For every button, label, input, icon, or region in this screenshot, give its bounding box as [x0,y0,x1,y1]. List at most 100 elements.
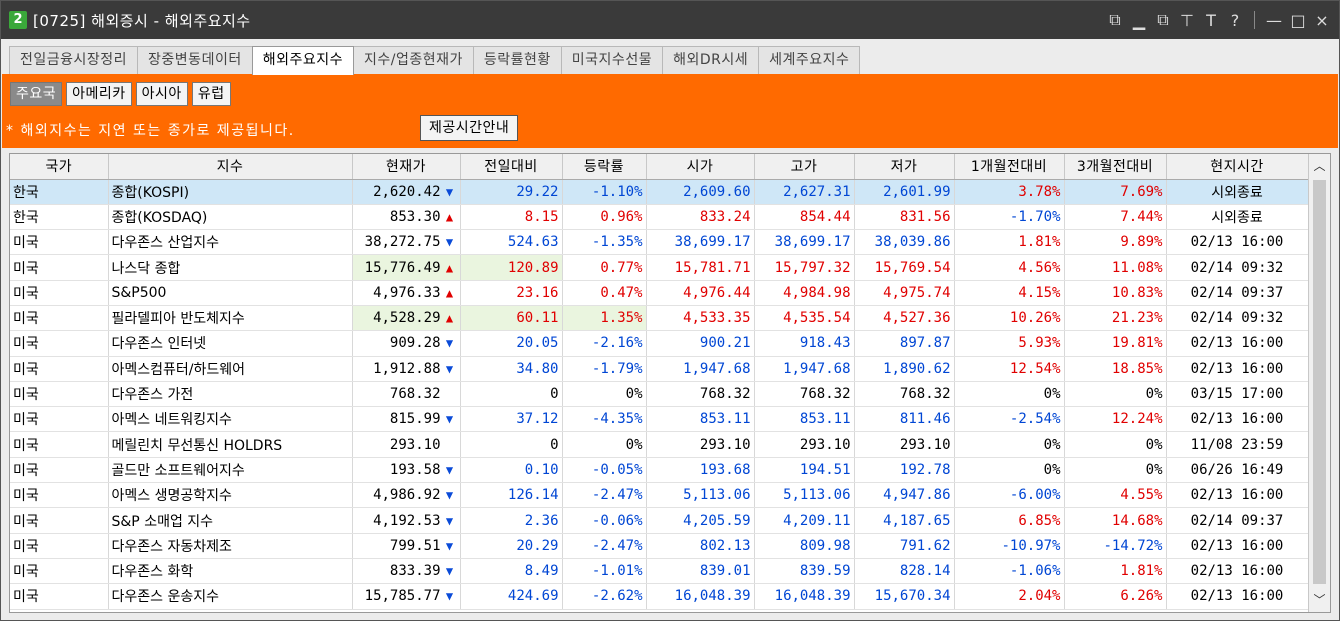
cell-open: 839.01 [646,558,755,585]
cell-time: 03/15 17:00 [1166,381,1309,408]
cell-m1-value: 0% [1043,436,1061,453]
column-header[interactable]: 3개월전대비 [1064,154,1167,180]
tab-7[interactable]: 세계주요지수 [758,46,861,74]
scroll-thumb[interactable] [1313,180,1326,584]
cell-chg: 20.05 [460,330,563,357]
cell-name-value: S&P 소매업 지수 [111,513,214,530]
cell-country: 한국 [10,179,109,205]
app-window: 2 [0725] 해외증시 - 해외주요지수 ⧉ ▁ ⧉ ⊤ T ? — □ ×… [0,0,1340,621]
cell-low-value: 38,039.86 [874,234,951,251]
cell-chg: 0 [460,381,563,408]
close-icon[interactable]: × [1313,11,1331,30]
cell-m3: 18.85% [1064,356,1167,382]
column-header[interactable]: 국가 [10,154,109,180]
tab-6[interactable]: 해외DR시세 [662,46,760,74]
column-header[interactable]: 고가 [754,154,855,180]
tab-1[interactable]: 장중변동데이터 [137,46,253,74]
column-header[interactable]: 시가 [646,154,755,180]
cell-rate: -2.62% [562,583,647,610]
cell-m1-value: -1.70% [1009,208,1061,225]
cell-time-value: 02/13 16:00 [1190,588,1284,605]
table-row[interactable]: 한국 종합(KOSDAQ) 853.30 ▲ 8.15 0.96% 833.24 854.44… [10,204,1309,231]
column-header[interactable]: 현재가 [352,154,461,180]
cell-price: 768.32 [352,381,461,408]
table-row[interactable]: 미국 골드만 소프트웨어지수 193.58 ▼ 0.10 -0.05% 193.68 194.… [10,457,1309,484]
table-row[interactable]: 미국 S&P 소매업 지수 4,192.53 ▼ 2.36 -0.06% 4,205.59 4… [10,507,1309,534]
cell-low: 2,601.99 [854,179,955,205]
cell-open-value: 900.21 [699,335,751,352]
cell-open-value: 768.32 [699,386,751,403]
table-row[interactable]: 미국 다우존스 화학 833.39 ▼ 8.49 -1.01% 839.01 839.59 82… [10,558,1309,585]
tab-0[interactable]: 전일금융시장정리 [9,46,139,74]
vertical-scrollbar[interactable]: ︿ ﹀ [1308,154,1330,612]
cell-price: 4,528.29 ▲ [352,305,461,332]
tab-5[interactable]: 미국지수선물 [560,46,664,74]
table-row[interactable]: 미국 메릴린치 무선통신 HOLDRS 293.10 0 0% 293.10 293.10 2… [10,431,1309,458]
cell-name-value: 다우존스 가전 [111,387,194,404]
table-row[interactable]: 미국 다우존스 산업지수 38,272.75 ▼ 524.63 -1.35% 38,699.… [10,229,1309,256]
minimize-icon[interactable]: — [1265,11,1283,30]
help-icon[interactable]: ? [1226,11,1244,30]
table-row[interactable]: 미국 나스닥 종합 15,776.49 ▲ 120.89 0.77% 15,781.71 15… [10,254,1309,281]
region-tab-2[interactable]: 아시아 [135,82,188,106]
cell-chg: 424.69 [460,583,563,610]
title-divider [1254,11,1255,29]
cell-country: 미국 [10,533,109,559]
scroll-up-icon[interactable]: ︿ [1309,155,1330,177]
service-hours-button[interactable]: 제공시간안내 [420,115,519,141]
font-size-icon[interactable]: T [1202,11,1220,30]
table-row[interactable]: 미국 다우존스 운송지수 15,785.77 ▼ 424.69 -2.62% 16,048.… [10,583,1309,610]
column-header[interactable]: 1개월전대비 [954,154,1065,180]
region-tab-1[interactable]: 아메리카 [66,82,132,106]
cell-high-value: 38,699.17 [774,234,851,251]
table-row[interactable]: 미국 S&P500 4,976.33 ▲ 23.16 0.47% 4,976.44 4,984… [10,280,1309,306]
cell-name-value: 다우존스 인터넷 [111,336,207,353]
cell-price: 833.39 ▼ [352,558,461,585]
table-row[interactable]: 미국 아멕스컴퓨터/하드웨어 1,912.88 ▼ 34.80 -1.79% 1,947.6… [10,356,1309,382]
cell-price: 15,785.77 ▼ [352,583,461,610]
region-tab-3[interactable]: 유럽 [191,82,231,106]
cell-price-value: 815.99 [389,411,441,428]
cell-chg-value: 60.11 [516,310,559,327]
table-row[interactable]: 미국 다우존스 가전 768.32 0 0% 768.32 768.32 768.32 0% 0%… [10,381,1309,408]
cell-low-value: 791.62 [899,537,951,554]
table-row[interactable]: 한국 종합(KOSPI) 2,620.42 ▼ 29.22 -1.10% 2,609.60 2… [10,179,1309,205]
cell-rate-value: -2.47% [591,537,643,554]
cell-high: 16,048.39 [754,583,855,610]
cell-open: 2,609.60 [646,179,755,205]
cell-low-value: 4,975.74 [883,284,951,301]
column-header[interactable]: 저가 [854,154,955,180]
table-row[interactable]: 미국 다우존스 자동차제조 799.51 ▼ 20.29 -2.47% 802.13 809.… [10,533,1309,559]
minimize-to-bar-icon[interactable]: ▁ [1130,11,1148,30]
column-header[interactable]: 지수 [108,154,353,180]
table-row[interactable]: 미국 아멕스 생명공학지수 4,986.92 ▼ 126.14 -2.47% 5,113.0… [10,482,1309,509]
maximize-icon[interactable]: □ [1289,11,1307,30]
copy-window-icon[interactable]: ⧉ [1154,10,1172,30]
column-header[interactable]: 전일대비 [460,154,563,180]
cell-time-value: 02/14 09:37 [1190,512,1284,529]
tab-2[interactable]: 해외주요지수 [251,46,354,75]
cell-low: 4,527.36 [854,305,955,332]
region-tab-0[interactable]: 주요국 [10,82,63,106]
arrow-down-icon: ▼ [445,235,454,250]
scroll-down-icon[interactable]: ﹀ [1309,589,1330,611]
cell-name: 종합(KOSPI) [108,179,353,205]
cell-open-value: 853.11 [699,411,751,428]
cell-high: 293.10 [754,431,855,458]
column-header[interactable]: 현지시간 [1166,154,1309,180]
pin-icon[interactable]: ⊤ [1178,11,1196,30]
tab-4[interactable]: 등락률현황 [472,46,562,74]
table-row[interactable]: 미국 다우존스 인터넷 909.28 ▼ 20.05 -2.16% 900.21 918.43… [10,330,1309,357]
tab-3[interactable]: 지수/업종현재가 [353,46,474,74]
table-row[interactable]: 미국 필라델피아 반도체지수 4,528.29 ▲ 60.11 1.35% 4,533.35… [10,305,1309,332]
cell-name: 다우존스 자동차제조 [108,533,353,559]
cell-time: 02/13 16:00 [1166,330,1309,357]
cell-m3-value: 10.83% [1111,284,1163,301]
column-header[interactable]: 등락률 [562,154,647,180]
cell-chg-value: 0 [550,436,559,453]
cell-high-value: 5,113.06 [783,487,851,504]
table-row[interactable]: 미국 아멕스 네트워킹지수 815.99 ▼ 37.12 -4.35% 853.11 853.… [10,406,1309,433]
cell-country-value: 미국 [13,361,39,378]
arrow-down-icon: ▼ [445,538,454,553]
link-window-icon[interactable]: ⧉ [1106,10,1124,30]
